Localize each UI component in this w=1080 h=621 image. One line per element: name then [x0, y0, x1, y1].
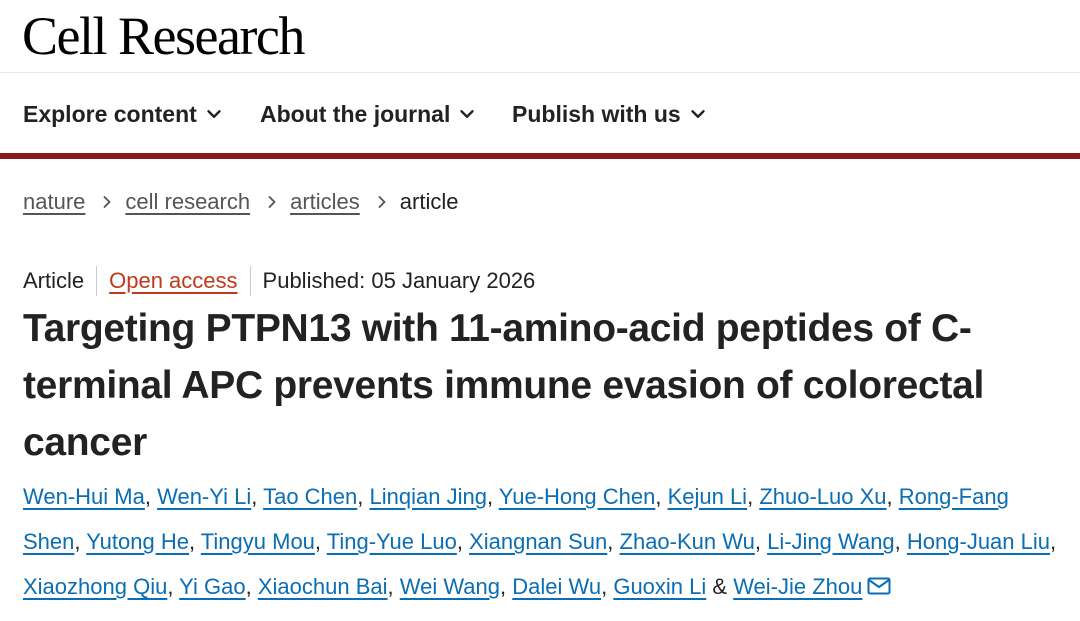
chevron-down-icon	[460, 110, 475, 118]
breadcrumb-link-articles[interactable]: articles	[290, 189, 360, 215]
chevron-right-icon	[378, 196, 386, 208]
author-link[interactable]: Yutong He	[86, 529, 189, 554]
author-link[interactable]: Yi Gao	[179, 574, 245, 599]
author-link[interactable]: Xiangnan Sun	[469, 529, 607, 554]
author-separator: ,	[251, 484, 264, 509]
author-link[interactable]: Guoxin Li	[613, 574, 706, 599]
author-separator: ,	[74, 529, 87, 554]
nav-explore-content-label: Explore content	[23, 100, 197, 127]
author-separator: ,	[747, 484, 760, 509]
breadcrumb: nature cell research articles article	[23, 185, 458, 219]
author-link[interactable]: Wen-Hui Ma	[23, 484, 145, 509]
author-separator: ,	[456, 529, 470, 554]
author-separator: ,	[754, 529, 768, 554]
breadcrumb-current: article	[399, 189, 459, 214]
author-link[interactable]: Xiaozhong Qiu	[23, 574, 167, 599]
author-link[interactable]: Dalei Wu	[512, 574, 601, 599]
author-separator: ,	[607, 529, 620, 554]
breadcrumb-link-nature[interactable]: nature	[23, 189, 85, 215]
meta-divider	[249, 266, 251, 296]
breadcrumb-link-cell-research[interactable]: cell research	[125, 189, 250, 215]
author-separator: ,	[601, 574, 614, 599]
author-link[interactable]: Wen-Yi Li	[157, 484, 251, 509]
journal-logo[interactable]: Cell Research	[22, 6, 305, 66]
nav-explore-content[interactable]: Explore content	[23, 97, 225, 131]
author-link[interactable]: Hong-Juan Liu	[907, 529, 1050, 554]
author-separator: ,	[1050, 529, 1057, 554]
mail-icon[interactable]	[867, 577, 891, 595]
author-separator: ,	[144, 484, 158, 509]
nav-publish-with-us-label: Publish with us	[512, 100, 681, 127]
article-type: Article	[23, 268, 85, 293]
author-separator: ,	[886, 484, 899, 509]
author-link[interactable]: Xiaochun Bai	[258, 574, 388, 599]
author-link[interactable]: Zhuo-Luo Xu	[759, 484, 886, 509]
main-nav: Explore content About the journal Publis…	[0, 73, 1080, 153]
article-title: Targeting PTPN13 with 11-amino-acid pept…	[23, 307, 985, 464]
author-link[interactable]: Linqian Jing	[370, 484, 487, 509]
nav-about-journal-label: About the journal	[260, 100, 451, 127]
author-separator: ,	[245, 574, 258, 599]
site-header: Cell Research	[0, 0, 1080, 73]
nav-publish-with-us[interactable]: Publish with us	[512, 97, 709, 131]
author-separator: ,	[167, 574, 180, 599]
chevron-right-icon	[103, 196, 111, 208]
chevron-down-icon	[207, 110, 221, 118]
author-link[interactable]: Yue-Hong Chen	[499, 484, 656, 509]
chevron-right-icon	[268, 196, 276, 208]
author-separator: ,	[486, 484, 499, 509]
author-list: Wen-Hui Ma, Wen-Yi Li, Tao Chen, Linqian…	[23, 474, 1068, 609]
nav-about-journal[interactable]: About the journal	[260, 97, 478, 131]
author-and: &	[706, 574, 734, 599]
author-link[interactable]: Zhao-Kun Wu	[620, 529, 755, 554]
meta-divider	[96, 266, 98, 296]
author-link[interactable]: Tingyu Mou	[201, 529, 315, 554]
open-access-link[interactable]: Open access	[109, 268, 237, 294]
author-separator: ,	[188, 529, 201, 554]
author-separator: ,	[894, 529, 907, 554]
author-separator: ,	[314, 529, 327, 554]
author-link[interactable]: Wei Wang	[400, 574, 500, 599]
author-link[interactable]: Li-Jing Wang	[767, 529, 895, 554]
author-link[interactable]: Ting-Yue Luo	[327, 529, 457, 554]
chevron-down-icon	[690, 110, 705, 118]
author-link[interactable]: Tao Chen	[263, 484, 357, 509]
published-date: Published: 05 January 2026	[262, 268, 536, 293]
author-link[interactable]: Kejun Li	[668, 484, 748, 509]
author-link[interactable]: Wei-Jie Zhou	[733, 574, 862, 599]
accent-bar	[0, 153, 1080, 159]
author-separator: ,	[357, 484, 370, 509]
author-separator: ,	[655, 484, 668, 509]
author-separator: ,	[387, 574, 400, 599]
author-separator: ,	[500, 574, 513, 599]
article-meta: Article Open access Published: 05 Januar…	[23, 265, 535, 297]
